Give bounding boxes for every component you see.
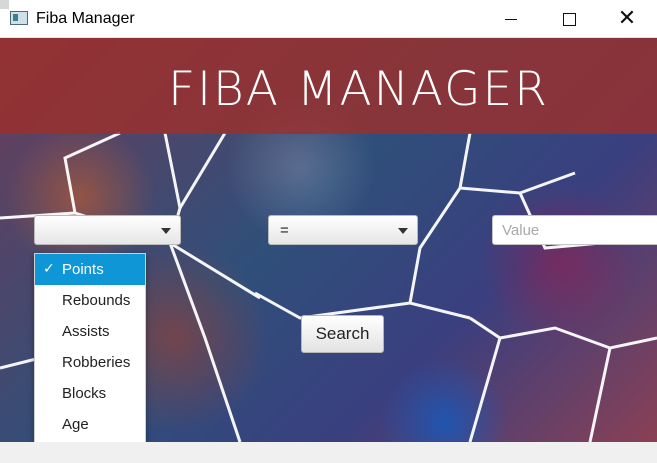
stat-dropdown-list: ✓ Points Rebounds Assists Robberies Bloc… <box>34 253 146 443</box>
banner-title: FIBA MANAGER <box>168 62 549 117</box>
maximize-icon <box>562 12 576 26</box>
option-label: Rebounds <box>62 292 131 309</box>
minimize-icon <box>505 18 517 20</box>
dropdown-option-age[interactable]: Age <box>35 409 145 440</box>
option-label: Assists <box>62 323 110 340</box>
chevron-down-icon <box>398 228 408 234</box>
operator-selected: = <box>280 222 289 239</box>
check-icon: ✓ <box>43 261 55 277</box>
option-label: Robberies <box>62 354 131 371</box>
header-banner: FIBA MANAGER <box>0 38 657 134</box>
option-label: Blocks <box>62 385 107 402</box>
minimize-button[interactable] <box>483 0 539 38</box>
status-bar <box>0 442 657 463</box>
window-corner <box>0 0 9 9</box>
dropdown-option-rebounds[interactable]: Rebounds <box>35 285 145 316</box>
dropdown-option-points[interactable]: ✓ Points <box>35 254 145 285</box>
app-icon <box>10 11 28 25</box>
close-icon: ✕ <box>617 6 637 31</box>
window-title: Fiba Manager <box>36 10 135 27</box>
option-label: Points <box>62 261 104 278</box>
dropdown-option-robberies[interactable]: Robberies <box>35 347 145 378</box>
value-input[interactable] <box>492 215 657 245</box>
search-button[interactable]: Search <box>301 315 384 353</box>
dropdown-option-assists[interactable]: Assists <box>35 316 145 347</box>
dropdown-option-blocks[interactable]: Blocks <box>35 378 145 409</box>
option-label: Age <box>62 416 89 433</box>
close-button[interactable]: ✕ <box>599 0 655 38</box>
stat-dropdown[interactable] <box>34 215 181 245</box>
title-bar: Fiba Manager ✕ <box>0 0 657 38</box>
chevron-down-icon <box>161 228 171 234</box>
operator-dropdown[interactable]: = <box>268 215 418 245</box>
maximize-button[interactable] <box>541 0 597 38</box>
